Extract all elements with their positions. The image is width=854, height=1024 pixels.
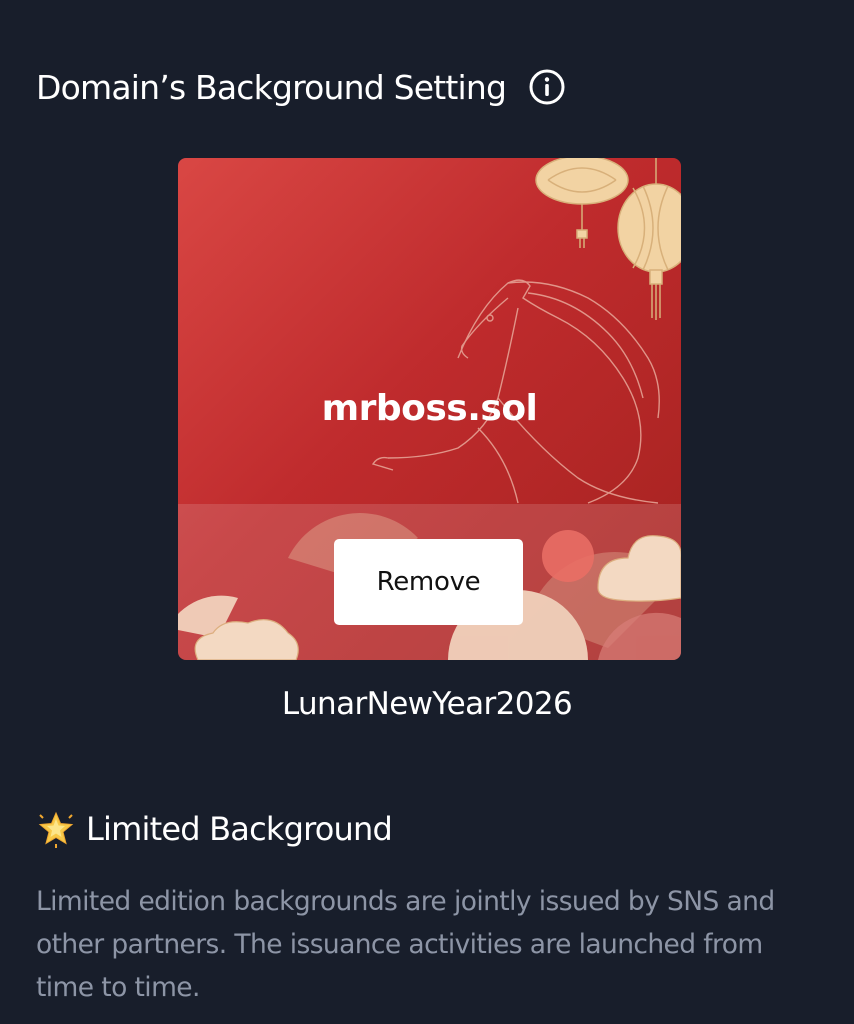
remove-button[interactable]: Remove bbox=[334, 539, 523, 625]
info-circle-icon[interactable] bbox=[528, 68, 566, 106]
background-preview-card: mrboss.sol Remove bbox=[178, 158, 681, 660]
background-name: LunarNewYear2026 bbox=[281, 686, 573, 722]
limited-background-description: Limited edition backgrounds are jointly … bbox=[36, 886, 775, 1003]
section-header: Domain’s Background Setting bbox=[36, 64, 566, 110]
domain-name: mrboss.sol bbox=[321, 388, 538, 429]
limited-background-title: Limited Background bbox=[86, 810, 393, 848]
lantern-decoration bbox=[535, 158, 681, 320]
section-title: Domain’s Background Setting bbox=[36, 67, 507, 107]
limited-background-header: Limited Background bbox=[36, 806, 393, 852]
glowing-star-icon bbox=[38, 811, 74, 848]
